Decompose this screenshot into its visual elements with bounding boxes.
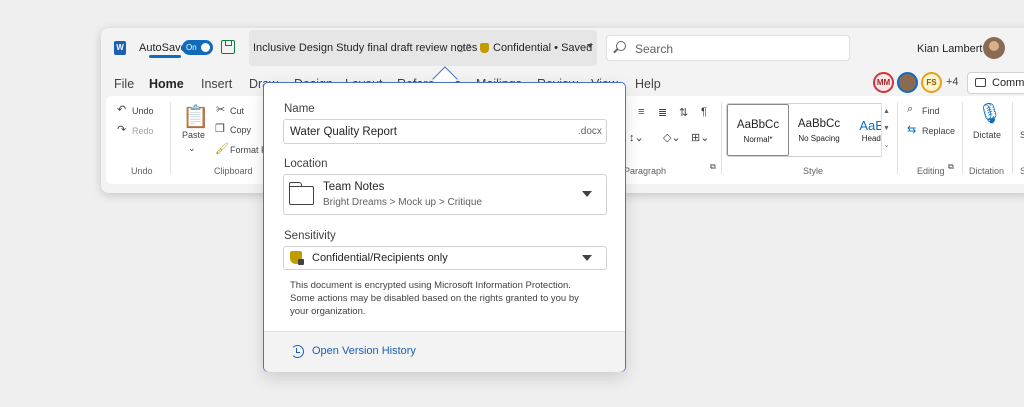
undo-group-label: Undo [131,166,153,176]
comment-icon [975,78,986,87]
style-name: No Spacing [798,134,840,143]
group-divider [721,102,722,174]
style-sample: AaBbCc [797,118,841,130]
paste-options-chevron[interactable]: ⌄ [188,143,196,154]
shield-lock-icon [290,251,304,265]
paste-button[interactable]: Paste [182,130,205,140]
redo-button[interactable]: Redo [132,126,154,136]
sensitivity-ribbon-button[interactable]: S [1020,130,1024,140]
file-properties-popup: Name Water Quality Report .docx Location… [263,82,626,372]
coauthor-more-count[interactable]: +4 [946,76,959,88]
search-icon [616,41,626,51]
tab-help[interactable]: Help [635,77,661,91]
tab-home[interactable]: Home [149,77,184,91]
format-painter-icon: 🖌 [215,143,229,155]
undo-button[interactable]: Undo [132,106,154,116]
document-title: Inclusive Design Study final draft revie… [253,42,478,54]
dialog-launcher-icon[interactable]: ⧉ [948,162,954,172]
search-placeholder: Search [635,42,674,56]
replace-button[interactable]: Replace [922,126,955,136]
styles-scroll[interactable]: ▲ ▼ ⌄ [881,103,891,157]
history-icon [291,345,304,358]
paste-icon[interactable]: 📋 [182,104,209,130]
autosave-toggle[interactable]: On [182,40,213,55]
find-icon: ⌕ [907,103,914,115]
folder-icon [288,182,314,205]
style-normal[interactable]: AaBbCc Normal* [727,104,789,156]
coauthor-avatar[interactable] [897,72,918,93]
sensitivity-label: Sensitivity [284,230,336,242]
title-bar: W AutoSave On Inclusive Design Study fin… [101,28,1024,68]
justify-icon[interactable]: ≣ [658,106,667,119]
autosave-label: AutoSave [139,42,187,54]
chevron-down-icon[interactable] [587,44,593,48]
sensitivity-group-label: S [1020,166,1024,176]
coauthor-avatar[interactable]: MM [873,72,894,93]
style-sample: AaBbCc [736,119,780,131]
line-spacing-icon[interactable]: ↕⌄ [629,131,644,144]
file-extension: .docx [578,126,602,137]
style-name: Normal* [743,135,773,144]
find-button[interactable]: Find [922,106,940,116]
styles-group-label: Style [803,166,824,176]
sensitivity-name: Confidential [493,42,552,54]
undo-icon: ↶ [117,104,127,116]
sensitivity-lock-icon [480,43,489,53]
sensitivity-status: Confidential • Saved [493,42,592,54]
location-path: Bright Dreams > Mock up > Critique [323,197,482,208]
dictation-group-label: Dictation [969,166,1005,176]
redo-icon: ↷ [117,124,127,136]
group-divider [962,102,963,174]
open-version-history-link[interactable]: Open Version History [312,345,416,357]
replace-icon: ⇆ [907,124,917,136]
shading-icon[interactable]: ◇⌄ [663,131,681,144]
chevron-down-icon[interactable] [582,255,592,261]
autosave-state: On [186,43,197,52]
coauthor-avatar[interactable]: FS [921,72,942,93]
file-name-input[interactable]: Water Quality Report [283,119,607,144]
group-divider [170,102,171,174]
location-label: Location [284,158,328,170]
tab-file[interactable]: File [114,77,134,91]
clipboard-group-label: Clipboard [214,166,253,176]
group-divider [1012,102,1013,174]
user-avatar[interactable] [983,37,1005,59]
word-logo-icon: W [114,41,126,55]
styles-gallery: AaBbCc Normal* AaBbCc No Spacing AaBbC H… [726,103,891,157]
location-title: Team Notes [323,181,385,193]
group-divider [897,102,898,174]
paragraph-group-label: Paragraph [624,166,667,176]
dialog-launcher-icon[interactable]: ⧉ [710,162,716,172]
sort-icon[interactable]: ⇅ [679,106,688,119]
editing-group-label: Editing [917,166,945,176]
tab-insert[interactable]: Insert [201,77,232,91]
sensitivity-value: Confidential/Recipients only [312,252,448,264]
microphone-icon[interactable]: 🎙 [977,101,1002,126]
shared-people-icon: ☺⁰ [455,43,471,55]
cut-icon: ✂ [216,104,226,116]
borders-icon[interactable]: ⊞⌄ [691,131,709,144]
dictate-button[interactable]: Dictate [973,130,1001,140]
copy-icon: ❐ [215,123,225,135]
name-label: Name [284,103,315,115]
save-icon[interactable] [221,40,235,54]
cut-button[interactable]: Cut [230,106,244,116]
active-tab-indicator [149,55,181,58]
user-name: Kian Lambert [917,43,983,55]
encryption-note: This document is encrypted using Microso… [290,280,579,317]
style-no-spacing[interactable]: AaBbCc No Spacing [788,104,850,156]
copy-button[interactable]: Copy [230,125,251,135]
show-formatting-icon[interactable]: ¶ [701,106,707,118]
chevron-down-icon[interactable] [582,191,592,197]
align-icon[interactable]: ≡ [638,106,644,118]
